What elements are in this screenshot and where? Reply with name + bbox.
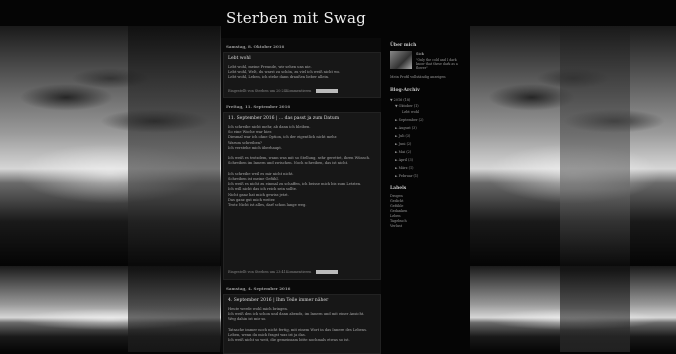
post-title[interactable]: 4. September 2016 | Ihm Teile immer nähe… [228, 298, 328, 303]
post-body: Heute werde wohl mich bringen. Ich weiß … [228, 307, 368, 343]
post-body: Ich schreibe nicht mehr, ab dann ich ble… [228, 125, 371, 208]
archive-item[interactable]: ▼ Oktober (1) [395, 104, 419, 108]
label-link[interactable]: Verlust [390, 224, 402, 228]
archive-item[interactable]: Lebt wohl [402, 110, 419, 114]
label-link[interactable]: Drogen [390, 194, 403, 198]
comments-link[interactable]: Kommentieren [286, 270, 311, 274]
archive-item[interactable]: ► April (3) [395, 158, 413, 162]
archive-item[interactable]: ► Juni (2) [395, 142, 411, 146]
label-link[interactable]: Leben [390, 214, 401, 218]
post-footer[interactable]: Eingestellt von Sterben um 23:41 [228, 270, 286, 274]
profile-avatar[interactable] [390, 51, 412, 69]
post: Lebt wohl Lebt wohl, meine Freunde, wir … [223, 52, 381, 98]
post-footer[interactable]: Eingestellt von Sterben um 20:24 [228, 89, 286, 93]
date-header: Samstag, 4. September 2016 [226, 286, 291, 291]
archive-item[interactable]: ► März (1) [395, 166, 413, 170]
post: 4. September 2016 | Ihm Teile immer nähe… [223, 294, 381, 354]
background-strip-right [560, 26, 630, 352]
label-link[interactable]: Gedanken [390, 209, 407, 213]
background-strip [128, 26, 220, 352]
label-link[interactable]: Gedicht [390, 199, 403, 203]
comments-link[interactable]: Kommentieren [286, 89, 311, 93]
share-buttons[interactable] [316, 270, 338, 274]
profile-name[interactable]: Sick [416, 52, 424, 56]
profile-link[interactable]: Mein Profil vollständig anzeigen [390, 75, 460, 80]
share-buttons[interactable] [316, 89, 338, 93]
archive-item[interactable]: ► Februar (1) [395, 174, 418, 178]
post: 11. September 2016 | ... das passt ja zu… [223, 112, 381, 280]
archive-item[interactable]: ► September (2) [395, 118, 423, 122]
post-body: Lebt wohl, meine Freunde, wir sehen uns … [228, 65, 341, 80]
archive-item[interactable]: ► August (3) [395, 126, 417, 130]
archive-item[interactable]: ► Mai (2) [395, 150, 411, 154]
post-title[interactable]: Lebt wohl [228, 56, 251, 61]
archive-item[interactable]: ▼ 2016 (18) [390, 98, 410, 102]
blog-title[interactable]: Sterben mit Swag [226, 9, 366, 27]
archive-header: Blog-Archiv [390, 88, 420, 93]
date-header: Freitag, 11. September 2016 [226, 104, 291, 109]
label-link[interactable]: Gefühle [390, 204, 403, 208]
about-header: Über mich [390, 43, 417, 48]
post-title[interactable]: 11. September 2016 | ... das passt ja zu… [228, 116, 339, 121]
label-link[interactable]: Tagebuch [390, 219, 407, 223]
archive-item[interactable]: ► Juli (3) [395, 134, 410, 138]
date-header: Samstag, 8. Oktober 2016 [226, 44, 285, 49]
labels-header: Labels [390, 186, 407, 191]
profile-quote: "Only the cold and I dark know that thes… [416, 58, 458, 70]
